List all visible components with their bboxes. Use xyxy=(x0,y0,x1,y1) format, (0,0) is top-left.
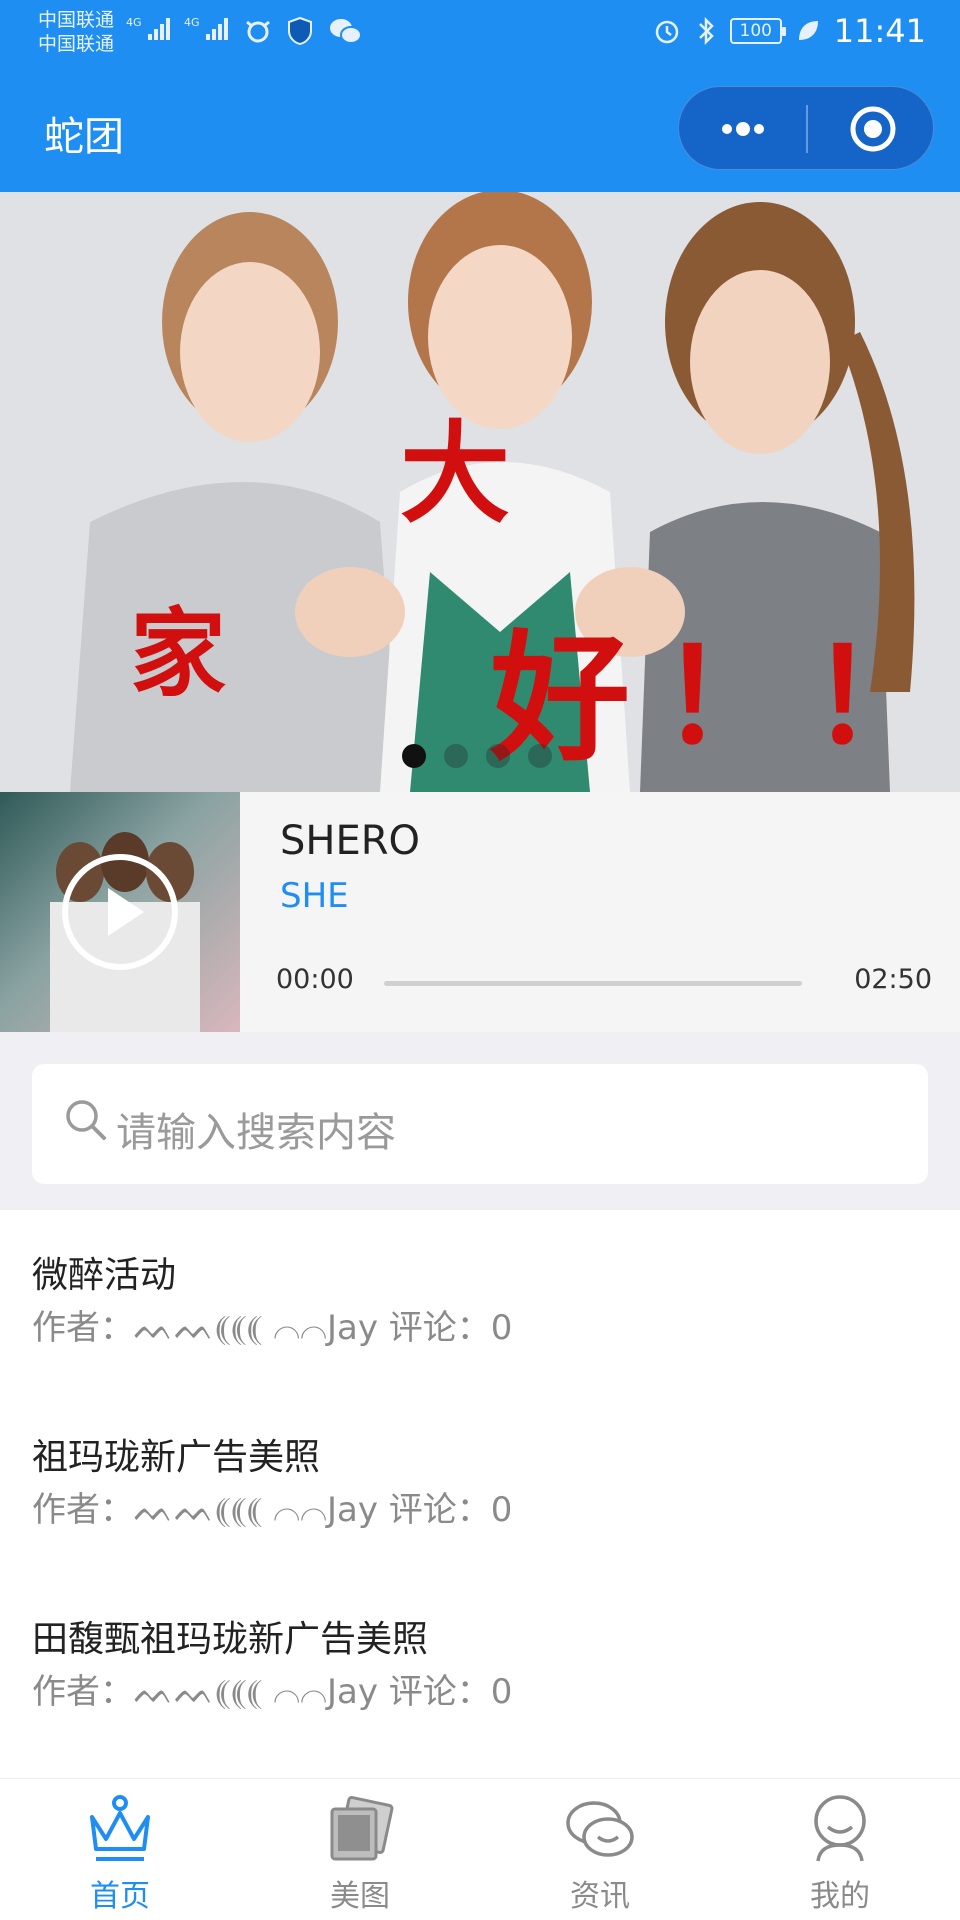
search-input[interactable]: 请输入搜索内容 xyxy=(32,1064,928,1184)
tab-bar: 首页 美图 资讯 我的 xyxy=(0,1778,960,1920)
carrier-1: 中国联通 xyxy=(38,9,115,31)
chat-icon xyxy=(566,1801,634,1857)
tab-label: 我的 xyxy=(810,1879,870,1914)
tab-label: 首页 xyxy=(90,1879,150,1914)
list-item[interactable]: 田馥甄祖玛珑新广告美照 作者：ᨓᨓ⸨⸨⸨ ⌒⌒Jay 评论：0 xyxy=(0,1574,960,1756)
song-title: SHERO xyxy=(280,818,421,864)
post-title: 田馥甄祖玛珑新广告美照 xyxy=(32,1619,429,1660)
network-type-2: 4G xyxy=(184,16,200,29)
network-type-1: 4G xyxy=(126,16,142,29)
alarm-icon xyxy=(655,20,679,44)
music-player: SHERO SHE 00:00 02:50 xyxy=(0,792,960,1032)
post-meta: 作者：ᨓᨓ⸨⸨⸨ ⌒⌒Jay 评论：0 xyxy=(32,1490,513,1530)
tab-profile[interactable]: 我的 xyxy=(720,1779,960,1920)
play-button[interactable] xyxy=(62,854,178,970)
tab-label: 美图 xyxy=(330,1879,390,1914)
post-meta: 作者：ᨓᨓ⸨⸨⸨ ⌒⌒Jay 评论：0 xyxy=(32,1672,513,1712)
shield-icon xyxy=(288,16,312,46)
banner-image: 大 家 好 ！ ！ xyxy=(0,192,960,792)
status-right: 100 11:41 xyxy=(652,12,926,50)
user-icon xyxy=(814,1795,866,1862)
album-cover[interactable] xyxy=(0,792,240,1032)
close-mini-program-icon[interactable] xyxy=(849,105,897,153)
page-title: 蛇团 xyxy=(44,114,124,160)
carousel-dot[interactable] xyxy=(528,744,552,768)
mini-program-capsule xyxy=(678,86,934,170)
more-options-icon[interactable] xyxy=(715,103,771,155)
banner-caption-1: 大 xyxy=(400,409,510,538)
post-meta: 作者：ᨓᨓ⸨⸨⸨ ⌒⌒Jay 评论：0 xyxy=(32,1308,513,1348)
total-time: 02:50 xyxy=(854,964,932,995)
carrier-2: 中国联通 xyxy=(38,33,115,55)
status-bar: 中国联通 中国联通 4G 4G 100 11:41 xyxy=(0,0,960,66)
banner-caption-5: ！ xyxy=(810,620,940,773)
post-title: 祖玛珑新广告美照 xyxy=(32,1437,321,1478)
crown-icon xyxy=(90,1795,150,1861)
banner-caption-2: 家 xyxy=(130,597,226,710)
tab-home[interactable]: 首页 xyxy=(0,1779,240,1920)
photos-icon xyxy=(330,1796,394,1861)
carousel-dot[interactable] xyxy=(444,744,468,768)
tab-news[interactable]: 资讯 xyxy=(480,1779,720,1920)
carousel-dot[interactable] xyxy=(486,744,510,768)
clock: 11:41 xyxy=(833,12,926,50)
carousel-dot[interactable] xyxy=(402,744,426,768)
song-artist[interactable]: SHE xyxy=(280,876,349,916)
bull-icon xyxy=(246,20,270,43)
tab-gallery[interactable]: 美图 xyxy=(240,1779,480,1920)
status-app-icons xyxy=(244,16,362,46)
nav-bar: 蛇团 xyxy=(0,66,960,192)
search-section: 请输入搜索内容 xyxy=(0,1032,960,1210)
bluetooth-icon xyxy=(698,16,714,46)
search-icon xyxy=(66,1100,106,1140)
progress-slider[interactable] xyxy=(384,981,802,986)
search-placeholder: 请输入搜索内容 xyxy=(116,1110,396,1156)
capsule-divider xyxy=(806,105,808,153)
wechat-icon xyxy=(330,19,362,44)
signal-icon-1: 4G xyxy=(126,16,170,40)
leaf-icon xyxy=(798,21,818,40)
tab-label: 资讯 xyxy=(570,1879,630,1914)
list-item[interactable]: 祖玛珑新广告美照 作者：ᨓᨓ⸨⸨⸨ ⌒⌒Jay 评论：0 xyxy=(0,1392,960,1574)
post-title: 微醉活动 xyxy=(32,1255,177,1296)
signal-icon-2: 4G xyxy=(184,16,228,40)
battery-icon: 100 xyxy=(729,18,786,44)
current-time: 00:00 xyxy=(276,964,354,995)
post-list: 微醉活动 作者：ᨓᨓ⸨⸨⸨ ⌒⌒Jay 评论：0 祖玛珑新广告美照 作者：ᨓᨓ⸨… xyxy=(0,1210,960,1756)
banner-carousel[interactable]: 大 家 好 ！ ！ xyxy=(0,192,960,792)
banner-caption-4: ！ xyxy=(660,620,790,773)
carousel-indicators xyxy=(402,744,552,768)
list-item[interactable]: 微醉活动 作者：ᨓᨓ⸨⸨⸨ ⌒⌒Jay 评论：0 xyxy=(0,1210,960,1392)
carrier-labels: 中国联通 中国联通 xyxy=(38,8,114,56)
